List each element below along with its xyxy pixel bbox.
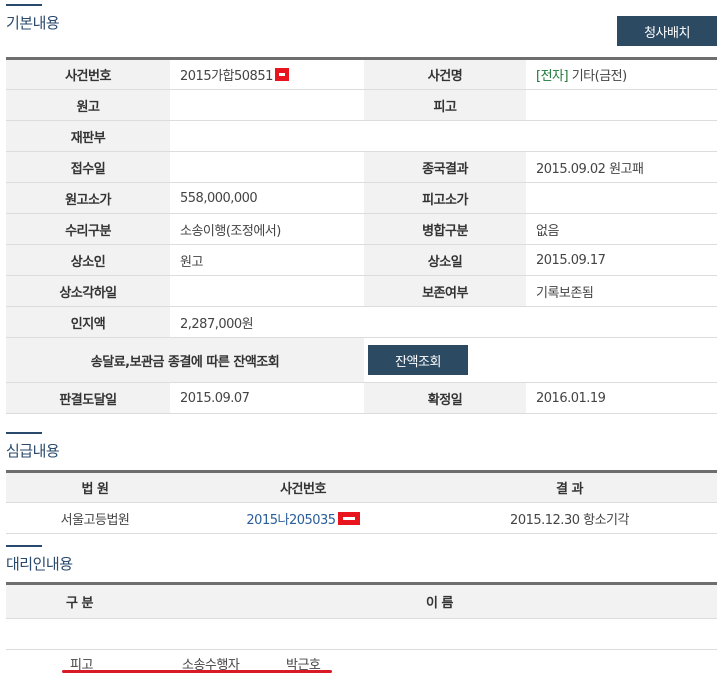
table-row: 송달료,보관금 종결에 따른 잔액조회 잔액조회 bbox=[6, 337, 717, 383]
redaction-mark bbox=[337, 511, 360, 525]
judgment-delivery-value: 2015.09.07 bbox=[170, 382, 364, 414]
table-header-row: 법 원 사건번호 결 과 bbox=[6, 471, 717, 503]
basic-section-title: 기본내용 bbox=[6, 4, 60, 33]
court-division-label: 재판부 bbox=[6, 120, 170, 152]
empty-row bbox=[6, 618, 717, 650]
type-header: 구 분 bbox=[6, 583, 156, 619]
agent-title-text: 대리인내용 bbox=[6, 555, 73, 573]
merge-type-label: 병합구분 bbox=[364, 213, 526, 245]
defendant-label: 피고 bbox=[364, 89, 526, 121]
table-header-row: 구 분 이 름 bbox=[6, 583, 717, 619]
plaintiff-label: 원고 bbox=[6, 89, 170, 121]
empty-cell bbox=[6, 618, 717, 650]
section-title-bar bbox=[6, 4, 42, 6]
acceptance-type-value: 소송이행(조정에서) bbox=[170, 213, 364, 245]
trial-title-text: 심급내용 bbox=[6, 442, 60, 460]
judgment-delivery-label: 판결도달일 bbox=[6, 382, 170, 414]
court-cell: 서울고등법원 bbox=[6, 502, 184, 534]
appeal-dismissal-label: 상소각하일 bbox=[6, 275, 170, 307]
table-row: 피고 소송수행자 박근호 bbox=[6, 650, 717, 678]
balance-inquiry-button[interactable]: 잔액조회 bbox=[368, 345, 468, 375]
filing-date-label: 접수일 bbox=[6, 151, 170, 183]
balance-inquiry-cell: 잔액조회 bbox=[364, 337, 717, 383]
appellant-value: 원고 bbox=[170, 244, 364, 276]
table-row: 상소각하일 보존여부 기록보존됨 bbox=[6, 275, 717, 307]
header-spacer bbox=[156, 583, 256, 619]
court-division-value bbox=[170, 120, 717, 152]
section-title-bar bbox=[6, 432, 42, 434]
appellant-label: 상소인 bbox=[6, 244, 170, 276]
stamp-fee-value: 2,287,000원 bbox=[170, 306, 717, 338]
finalization-date-value: 2016.01.19 bbox=[526, 382, 717, 414]
table-row: 상소인 원고 상소일 2015.09.17 bbox=[6, 244, 717, 276]
case-number-header: 사건번호 bbox=[184, 471, 422, 503]
plaintiff-claim-label: 원고소가 bbox=[6, 182, 170, 214]
table-row: 수리구분 소송이행(조정에서) 병합구분 없음 bbox=[6, 213, 717, 245]
table-row: 재판부 bbox=[6, 120, 717, 152]
case-number-label: 사건번호 bbox=[6, 58, 170, 90]
appeal-date-label: 상소일 bbox=[364, 244, 526, 276]
table-row: 접수일 종국결과 2015.09.02 원고패 bbox=[6, 151, 717, 183]
case-number-value: 2015가합50851 bbox=[170, 58, 364, 90]
preservation-value: 기록보존됨 bbox=[526, 275, 717, 307]
plaintiff-value bbox=[170, 89, 364, 121]
trial-table: 법 원 사건번호 결 과 서울고등법원 2015나205035 2015.12.… bbox=[6, 470, 717, 534]
acceptance-type-label: 수리구분 bbox=[6, 213, 170, 245]
agent-section-title: 대리인내용 bbox=[6, 545, 73, 574]
balance-inquiry-label: 송달료,보관금 종결에 따른 잔액조회 bbox=[6, 337, 364, 383]
case-name-label: 사건명 bbox=[364, 58, 526, 90]
trial-section-title: 심급내용 bbox=[6, 432, 60, 461]
defendant-claim-value bbox=[526, 182, 717, 214]
finalization-date-label: 확정일 bbox=[364, 382, 526, 414]
preservation-label: 보존여부 bbox=[364, 275, 526, 307]
case-number-link[interactable]: 2015나205035 bbox=[246, 513, 336, 528]
electronic-tag: [전자] bbox=[536, 69, 569, 84]
name-header: 이 름 bbox=[256, 583, 717, 619]
final-result-label: 종국결과 bbox=[364, 151, 526, 183]
court-header: 법 원 bbox=[6, 471, 184, 503]
case-number-cell: 2015나205035 bbox=[184, 502, 422, 534]
section-title-bar bbox=[6, 545, 42, 547]
stamp-fee-label: 인지액 bbox=[6, 306, 170, 338]
table-row: 원고 피고 bbox=[6, 89, 717, 121]
agent-role-cell: 소송수행자 bbox=[156, 650, 256, 678]
table-row: 사건번호 2015가합50851 사건명 [전자] 기타(금전) bbox=[6, 58, 717, 90]
basic-title-text: 기본내용 bbox=[6, 14, 60, 32]
filing-date-value bbox=[170, 151, 364, 183]
table-row: 원고소가 558,000,000 피고소가 bbox=[6, 182, 717, 214]
appeal-dismissal-value bbox=[170, 275, 364, 307]
redaction-mark bbox=[274, 68, 289, 81]
red-underline-annotation bbox=[62, 670, 332, 673]
result-header: 결 과 bbox=[422, 471, 717, 503]
plaintiff-claim-value: 558,000,000 bbox=[170, 182, 364, 214]
result-cell: 2015.12.30 항소기각 bbox=[422, 502, 717, 534]
basic-info-table: 사건번호 2015가합50851 사건명 [전자] 기타(금전) 원고 피고 재… bbox=[6, 57, 717, 414]
table-row: 인지액 2,287,000원 bbox=[6, 306, 717, 338]
agent-name-cell: 박근호 bbox=[286, 658, 321, 674]
agent-table: 구 분 이 름 피고 소송수행자 박근호 bbox=[6, 582, 717, 678]
final-result-value: 2015.09.02 원고패 bbox=[526, 151, 717, 183]
table-row: 서울고등법원 2015나205035 2015.12.30 항소기각 bbox=[6, 502, 717, 534]
case-name-value: [전자] 기타(금전) bbox=[526, 58, 717, 90]
courthouse-map-button[interactable]: 청사배치 bbox=[617, 16, 717, 46]
defendant-claim-label: 피고소가 bbox=[364, 182, 526, 214]
table-row: 판결도달일 2015.09.07 확정일 2016.01.19 bbox=[6, 382, 717, 414]
defendant-value bbox=[526, 89, 717, 121]
agent-type-cell: 피고 bbox=[70, 658, 93, 674]
merge-type-value: 없음 bbox=[526, 213, 717, 245]
case-name-text: 기타(금전) bbox=[568, 69, 627, 84]
appeal-date-value: 2015.09.17 bbox=[526, 244, 717, 276]
case-number-text: 2015가합50851 bbox=[180, 69, 273, 84]
